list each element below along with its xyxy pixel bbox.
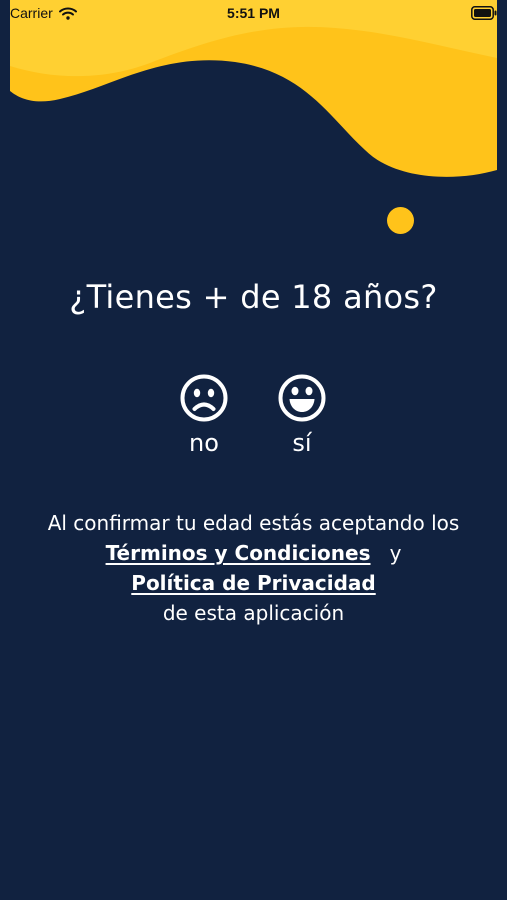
- sad-face-icon: [180, 374, 228, 422]
- terms-and-conditions-link[interactable]: Términos y Condiciones: [106, 541, 371, 565]
- status-bar: Carrier 5:51 PM: [0, 0, 507, 28]
- age-choice-group: no sí: [0, 373, 507, 463]
- age-gate-screen: Carrier 5:51 PM ¿Tienes + de 18 años? no: [0, 0, 507, 900]
- happy-face-icon: [278, 374, 326, 422]
- top-wave-decoration: [10, 0, 497, 177]
- terms-connector-text: [377, 541, 390, 565]
- accent-dot: [387, 207, 414, 234]
- terms-outro-text: de esta aplicación: [162, 601, 345, 625]
- yes-button[interactable]: sí: [262, 373, 342, 459]
- privacy-policy-link[interactable]: Política de Privacidad: [131, 571, 375, 595]
- privacy-link-line: Política de Privacidad: [20, 568, 487, 598]
- terms-link-line: Términos y Condiciones y: [20, 538, 487, 568]
- yes-label: sí: [292, 429, 312, 457]
- terms-intro-text: Al confirmar tu edad estás aceptando los: [47, 511, 460, 535]
- age-question-title: ¿Tienes + de 18 años?: [69, 278, 438, 316]
- battery-icon: [471, 6, 497, 20]
- terms-and-word: y: [389, 541, 402, 565]
- status-time: 5:51 PM: [227, 5, 280, 21]
- no-button[interactable]: no: [164, 373, 244, 459]
- no-label: no: [189, 429, 219, 457]
- terms-notice: Al confirmar tu edad estás aceptando los…: [20, 508, 487, 628]
